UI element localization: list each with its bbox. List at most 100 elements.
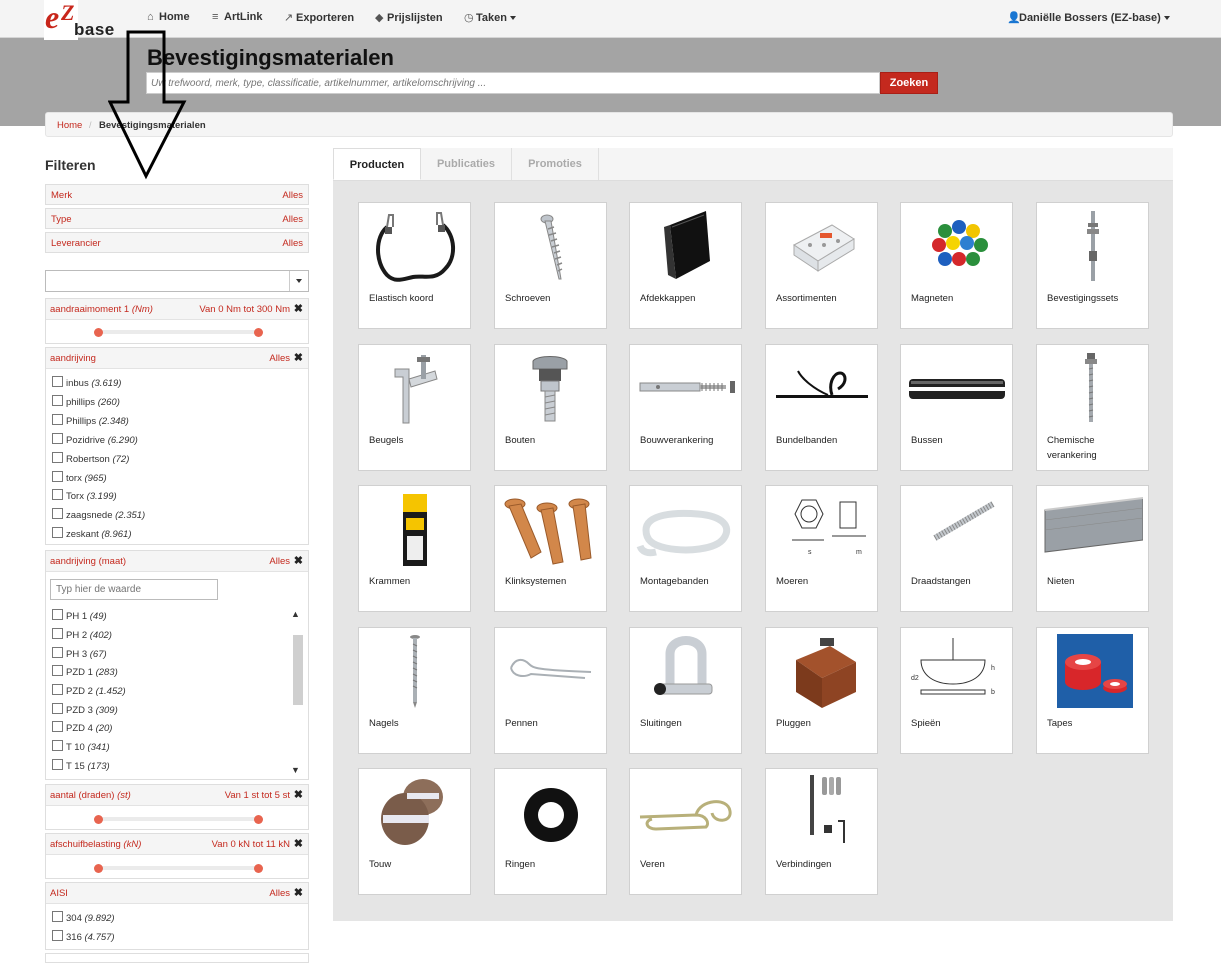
checkbox-option[interactable]: Phillips (2.348) (52, 414, 129, 428)
scrollbar-thumb[interactable] (293, 635, 303, 705)
facet-type[interactable]: Type Alles (45, 208, 309, 229)
product-card-assortimenten[interactable]: Assortimenten (765, 202, 878, 329)
product-card-nagels[interactable]: Nagels (358, 627, 471, 754)
product-card-montagebanden[interactable]: Montagebanden (629, 485, 742, 612)
checkbox[interactable] (52, 740, 63, 751)
nav-home[interactable]: ⌂ Home (147, 11, 190, 23)
close-icon[interactable]: ✖ (294, 351, 303, 364)
checkbox-option[interactable]: inbus (3.619) (52, 376, 121, 390)
checkbox[interactable] (52, 684, 63, 695)
chevron-down-icon[interactable] (289, 271, 308, 291)
search-input[interactable] (146, 72, 880, 94)
product-card-pennen[interactable]: Pennen (494, 627, 607, 754)
checkbox[interactable] (52, 665, 63, 676)
nav-exporteren[interactable]: ↗ Exporteren (284, 11, 354, 24)
product-card-bouwverankering[interactable]: Bouwverankering (629, 344, 742, 471)
product-card-bundelbanden[interactable]: Bundelbanden (765, 344, 878, 471)
product-card-nieten[interactable]: Nieten (1036, 485, 1149, 612)
breadcrumb-home-link[interactable]: Home (57, 120, 82, 131)
checkbox[interactable] (52, 647, 63, 658)
nav-artlink[interactable]: ≡ ArtLink (212, 11, 263, 23)
product-card-klinksystemen[interactable]: Klinksystemen (494, 485, 607, 612)
range-slider[interactable] (94, 815, 263, 824)
chevron-down-icon[interactable]: ▼ (291, 765, 300, 775)
slider-min-handle[interactable] (94, 815, 103, 824)
nav-user-menu[interactable]: 👤Daniëlle Bossers (EZ-base) (1007, 11, 1170, 24)
range-slider[interactable] (94, 328, 263, 337)
checkbox[interactable] (52, 628, 63, 639)
product-card-tapes[interactable]: Tapes (1036, 627, 1149, 754)
checkbox-option[interactable]: zaagsnede (2.351) (52, 508, 145, 522)
product-card-veren[interactable]: Veren (629, 768, 742, 895)
checkbox-option[interactable]: 304 (9.892) (52, 911, 115, 925)
checkbox[interactable] (52, 395, 63, 406)
product-card-ringen[interactable]: Ringen (494, 768, 607, 895)
checkbox[interactable] (52, 414, 63, 425)
checkbox[interactable] (52, 759, 63, 770)
tab-promoties[interactable]: Promoties (512, 148, 599, 180)
slider-max-handle[interactable] (254, 815, 263, 824)
checkbox-option[interactable]: Robertson (72) (52, 452, 129, 466)
checkbox[interactable] (52, 508, 63, 519)
value-search-input[interactable] (50, 579, 218, 600)
product-card-sluitingen[interactable]: Sluitingen (629, 627, 742, 754)
search-button[interactable]: Zoeken (880, 72, 938, 94)
close-icon[interactable]: ✖ (294, 554, 303, 567)
checkbox-option[interactable]: PZD 2 (1.452) (52, 684, 126, 698)
checkbox-option[interactable]: Pozidrive (6.290) (52, 433, 138, 447)
product-card-bussen[interactable]: Bussen (900, 344, 1013, 471)
checkbox-option[interactable]: PH 3 (67) (52, 647, 107, 661)
tab-publicaties[interactable]: Publicaties (421, 148, 512, 180)
checkbox[interactable] (52, 527, 63, 538)
close-icon[interactable]: ✖ (294, 837, 303, 850)
checkbox-option[interactable]: Torx (3.199) (52, 489, 117, 503)
checkbox-option[interactable]: T 15 (173) (52, 759, 110, 773)
checkbox-option[interactable]: 316 (4.757) (52, 930, 115, 944)
checkbox[interactable] (52, 721, 63, 732)
close-icon[interactable]: ✖ (294, 886, 303, 899)
checkbox-option[interactable]: PZD 4 (20) (52, 721, 112, 735)
product-card-spieen[interactable]: d2 h b Spieën (900, 627, 1013, 754)
facet-leverancier[interactable]: Leverancier Alles (45, 232, 309, 253)
checkbox-option[interactable]: PH 2 (402) (52, 628, 112, 642)
close-icon[interactable]: ✖ (294, 302, 303, 315)
checkbox[interactable] (52, 930, 63, 941)
checkbox-option[interactable]: T 10 (341) (52, 740, 110, 754)
checkbox[interactable] (52, 471, 63, 482)
checkbox-option[interactable]: phillips (260) (52, 395, 120, 409)
checkbox-option[interactable]: torx (965) (52, 471, 107, 485)
checkbox[interactable] (52, 489, 63, 500)
product-card-schroeven[interactable]: Schroeven (494, 202, 607, 329)
product-card-verbindingen[interactable]: Verbindingen (765, 768, 878, 895)
product-card-afdekkappen[interactable]: Afdekkappen (629, 202, 742, 329)
chevron-up-icon[interactable]: ▲ (291, 609, 300, 619)
range-slider[interactable] (94, 864, 263, 873)
product-card-beugels[interactable]: Beugels (358, 344, 471, 471)
product-card-chemische-verankering[interactable]: Chemische verankering (1036, 344, 1149, 471)
checkbox[interactable] (52, 703, 63, 714)
checkbox-option[interactable]: PH 1 (49) (52, 609, 107, 623)
product-card-magneten[interactable]: Magneten (900, 202, 1013, 329)
tab-producten[interactable]: Producten (333, 148, 421, 180)
product-card-elastisch-koord[interactable]: Elastisch koord (358, 202, 471, 329)
product-card-draadstangen[interactable]: Draadstangen (900, 485, 1013, 612)
checkbox-option[interactable]: PZD 3 (309) (52, 703, 118, 717)
list-scrollbar[interactable]: ▲ ▼ (291, 609, 304, 775)
nav-prijslijsten[interactable]: ◆ Prijslijsten (375, 11, 443, 24)
slider-min-handle[interactable] (94, 328, 103, 337)
facet-merk[interactable]: Merk Alles (45, 184, 309, 205)
product-card-bevestigingssets[interactable]: Bevestigingssets (1036, 202, 1149, 329)
product-card-krammen[interactable]: Krammen (358, 485, 471, 612)
checkbox-option[interactable]: PZD 1 (283) (52, 665, 118, 679)
close-icon[interactable]: ✖ (294, 788, 303, 801)
checkbox[interactable] (52, 911, 63, 922)
checkbox[interactable] (52, 433, 63, 444)
slider-min-handle[interactable] (94, 864, 103, 873)
product-card-touw[interactable]: Touw (358, 768, 471, 895)
checkbox[interactable] (52, 376, 63, 387)
product-card-moeren[interactable]: sm Moeren (765, 485, 878, 612)
product-card-bouten[interactable]: Bouten (494, 344, 607, 471)
slider-max-handle[interactable] (254, 328, 263, 337)
slider-max-handle[interactable] (254, 864, 263, 873)
nav-taken[interactable]: ◷ Taken (464, 11, 516, 24)
